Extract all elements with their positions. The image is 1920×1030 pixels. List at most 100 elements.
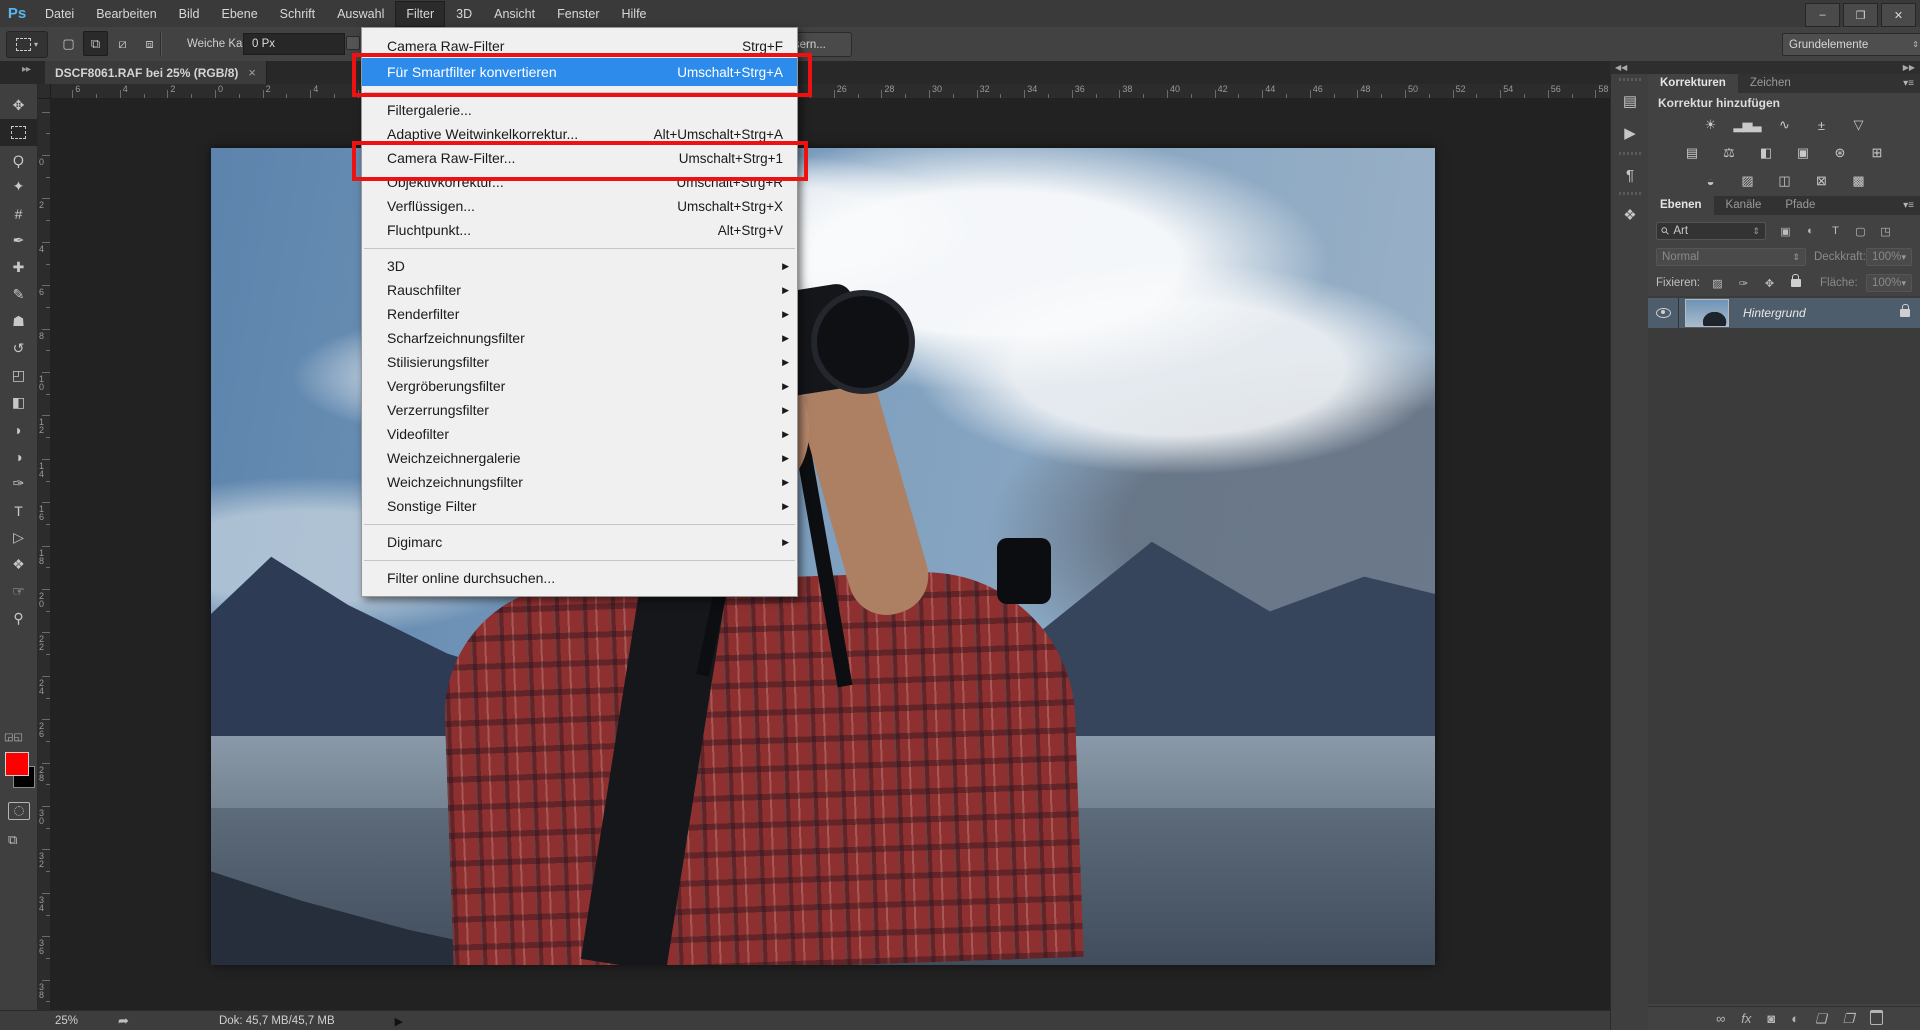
subtract-from-selection-button[interactable]: ⧄ [110,31,135,56]
current-tool-chip[interactable]: ▾ [6,31,48,58]
menu-bild[interactable]: Bild [168,1,211,27]
filter-type-layers-icon[interactable]: T [1824,222,1847,240]
eyedropper-tool[interactable]: ✒ [0,227,37,254]
rectangular-marquee-tool[interactable] [0,119,37,146]
brush-presets-panel-icon[interactable]: ❖ [1613,200,1647,230]
filter-menu-item-6[interactable]: Objektivkorrektur...Umschalt+Strg+R [362,170,797,194]
tab-korrekturen[interactable]: Korrekturen [1648,74,1738,93]
filter-menu-item-0[interactable]: Camera Raw-FilterStrg+F [362,34,797,58]
filter-menu-item-8[interactable]: Fluchtpunkt...Alt+Strg+V [362,218,797,242]
filter-menu-item-7[interactable]: Verflüssigen...Umschalt+Strg+X [362,194,797,218]
document-tab[interactable]: DSCF8061.RAF bei 25% (RGB/8) × [45,61,267,84]
tab-kanaele[interactable]: Kanäle [1714,196,1774,215]
new-layer-icon[interactable]: ❐ [1843,1011,1855,1027]
add-to-selection-button[interactable]: ⧉ [83,31,108,56]
menu-datei[interactable]: Datei [34,1,85,27]
menu-ansicht[interactable]: Ansicht [483,1,546,27]
filter-menu-item-19[interactable]: Weichzeichnungsfilter▶ [362,470,797,494]
minimize-button[interactable]: – [1805,3,1840,27]
invert-icon[interactable]: ◒ [1695,170,1725,192]
collapse-chevrons-icon[interactable]: ▸▸ [22,64,30,75]
menu-schrift[interactable]: Schrift [269,1,326,27]
menu-ebene[interactable]: Ebene [211,1,269,27]
gradient-tool[interactable]: ◧ [0,389,37,416]
paragraph-panel-icon[interactable]: ¶ [1613,160,1647,190]
levels-icon[interactable]: ▂▅▃ [1732,114,1762,136]
type-tool[interactable]: T [0,497,37,524]
filter-smart-objects-icon[interactable]: ◳ [1874,222,1897,240]
filter-image-layers-icon[interactable]: ▣ [1774,222,1797,240]
gradient-map-icon[interactable]: ▩ [1843,170,1873,192]
crop-tool[interactable]: # [0,200,37,227]
eraser-tool[interactable]: ◰ [0,362,37,389]
dodge-tool[interactable]: ◑ [0,443,37,470]
magic-wand-tool[interactable]: ✦ [0,173,37,200]
kind-filter-dropdown[interactable]: ⚲ Art ⇕ [1656,222,1766,240]
healing-brush-tool[interactable]: ✚ [0,254,37,281]
path-selection-tool[interactable]: ▷ [0,524,37,551]
layer-style-icon[interactable]: fx [1741,1011,1751,1026]
lock-all-icon[interactable] [1784,274,1807,292]
filter-menu-item-14[interactable]: Stilisierungsfilter▶ [362,350,797,374]
lasso-tool[interactable]: Ϙ [0,146,37,173]
antialias-checkbox[interactable] [346,36,360,50]
new-adjustment-layer-icon[interactable]: ◐ [1791,1011,1799,1026]
exposure-icon[interactable]: ± [1806,114,1836,136]
collapse-left-icon[interactable]: ◀◀ [1615,63,1627,72]
color-balance-icon[interactable]: ⚖ [1714,142,1744,164]
status-menu-arrow-icon[interactable]: ▶ [395,1015,403,1028]
actions-panel-icon[interactable]: ▶ [1613,118,1647,148]
filter-menu-item-4[interactable]: Adaptive Weitwinkelkorrektur...Alt+Umsch… [362,122,797,146]
tab-zeichen[interactable]: Zeichen [1738,74,1803,93]
menu-filter[interactable]: Filter [395,1,445,27]
zoom-level[interactable]: 25% [55,1015,78,1027]
hand-tool[interactable]: ☞ [0,578,37,605]
screen-mode-button[interactable]: ⧉ [8,832,17,848]
panel-menu-icon[interactable]: ▾≡ [1903,74,1920,93]
visibility-cell[interactable] [1648,298,1679,328]
opacity-dropdown[interactable]: 100% ▾ [1866,248,1912,266]
swap-colors-icon[interactable]: ◲◱ [4,732,23,743]
filter-menu-item-3[interactable]: Filtergalerie... [362,98,797,122]
filter-menu-item-17[interactable]: Videofilter▶ [362,422,797,446]
channel-mixer-icon[interactable]: ⊛ [1825,142,1855,164]
filter-menu-item-18[interactable]: Weichzeichnergalerie▶ [362,446,797,470]
share-icon[interactable]: ➦ [118,1013,129,1029]
move-tool[interactable]: ✥ [0,92,37,119]
clone-stamp-tool[interactable]: ☗ [0,308,37,335]
filter-menu-item-13[interactable]: Scharfzeichnungsfilter▶ [362,326,797,350]
hue-saturation-icon[interactable]: ▤ [1677,142,1707,164]
filter-menu-item-1[interactable]: Für Smartfilter konvertierenUmschalt+Str… [362,58,797,86]
fill-dropdown[interactable]: 100% ▾ [1866,274,1912,292]
filter-menu-item-10[interactable]: 3D▶ [362,254,797,278]
add-mask-icon[interactable]: ◙ [1767,1011,1775,1026]
blend-mode-dropdown[interactable]: Normal ⇕ [1656,248,1806,266]
lock-paint-icon[interactable]: ✑ [1732,274,1755,292]
filter-menu-item-20[interactable]: Sonstige Filter▶ [362,494,797,518]
filter-menu-item-5[interactable]: Camera Raw-Filter...Umschalt+Strg+1 [362,146,797,170]
restore-button[interactable]: ❐ [1843,3,1878,27]
filter-menu-item-24[interactable]: Filter online durchsuchen... [362,566,797,590]
menu-fenster[interactable]: Fenster [546,1,610,27]
filter-menu-item-11[interactable]: Rauschfilter▶ [362,278,797,302]
workspace-selector[interactable]: Grundelemente ⇕ [1782,33,1920,56]
brush-tool[interactable]: ✎ [0,281,37,308]
filter-menu-item-12[interactable]: Renderfilter▶ [362,302,797,326]
zoom-tool[interactable]: ⚲ [0,605,37,632]
curves-icon[interactable]: ∿ [1769,114,1799,136]
tab-pfade[interactable]: Pfade [1773,196,1827,215]
properties-panel-icon[interactable]: ▤ [1613,86,1647,116]
intersect-selection-button[interactable]: ⧈ [137,31,162,56]
lock-position-icon[interactable]: ✥ [1758,274,1781,292]
menu-auswahl[interactable]: Auswahl [326,1,395,27]
blur-tool[interactable]: ◗ [0,416,37,443]
delete-layer-icon[interactable] [1870,1010,1883,1028]
filter-adjustment-layers-icon[interactable]: ◐ [1799,222,1822,240]
new-selection-button[interactable]: ▢ [56,31,81,56]
tab-ebenen[interactable]: Ebenen [1648,196,1714,215]
panel-menu-icon[interactable]: ▾≡ [1903,196,1920,215]
panel-collapse-header[interactable]: ◀◀ ▶▶ [1610,61,1920,74]
close-tab-icon[interactable]: × [248,65,256,80]
filter-menu-item-15[interactable]: Vergröberungsfilter▶ [362,374,797,398]
menu-bearbeiten[interactable]: Bearbeiten [85,1,167,27]
